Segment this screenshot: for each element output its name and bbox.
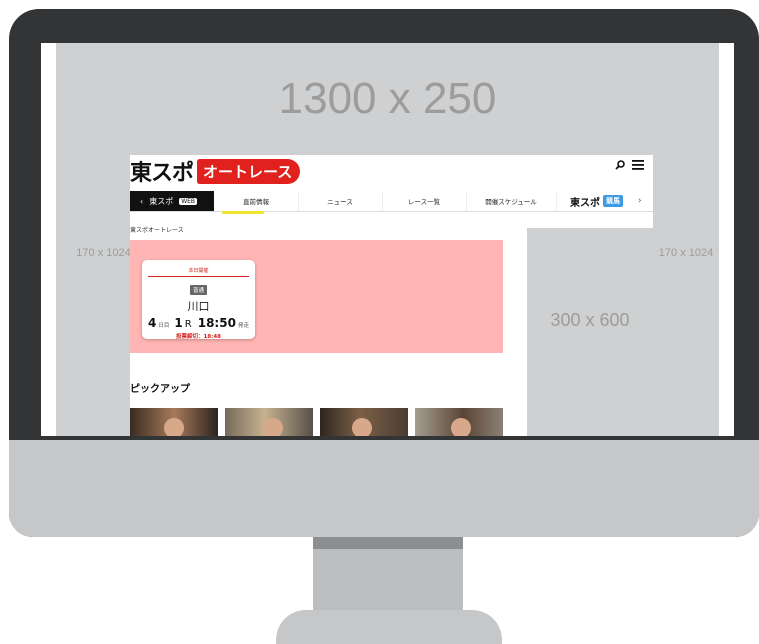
logo-sub-text: オートレース [197,158,301,184]
breadcrumb[interactable]: 東スポオートレース [130,225,184,234]
sidebar-ad[interactable]: 300 x 600 [527,228,653,436]
photo-face [263,418,283,436]
monitor-stand [313,537,463,617]
pickup-thumbnails [130,408,503,436]
race-venue: 川口 [187,300,210,313]
nav-brand-label: 東スポ [570,197,600,209]
chevron-left-icon: ‹ [140,196,144,206]
nav-back-label: 東スポ [149,196,174,206]
monitor-chin [9,440,759,537]
nav-back-to-tospo[interactable]: ‹ 東スポ WEB [130,191,214,211]
nav-back-badge: WEB [179,197,198,205]
photo-face [164,418,184,436]
race-card-divider [148,276,249,277]
race-number: 1 [174,316,183,330]
pickup-thumbnail[interactable] [320,408,408,436]
nav-item-schedule[interactable]: 開催スケジュール [466,191,557,211]
race-info: 4 日目 1 R 18:50 発走 [142,316,255,330]
pickup-thumbnail[interactable] [415,408,503,436]
main-nav: ‹ 東スポ WEB 直前情報 ニュース レース一覧 開催スケジュール 東スポ 競… [130,191,653,214]
active-tab-underline [222,211,264,214]
race-grade-badge: 普通 [189,285,207,295]
pickup-thumbnail[interactable] [130,408,218,436]
top-banner-ad[interactable]: 1300 x 250 [56,43,719,155]
monitor-base [276,610,502,644]
race-start-label: 発走 [237,323,249,329]
betting-close-time: 投票締切：18:48 [175,334,221,340]
nav-item-news[interactable]: ニュース [298,191,383,211]
nav-brand-badge: 競馬 [603,195,623,207]
logo-main-text: 東スポ [130,161,194,186]
monitor-screen: 1300 x 250 170 x 1024 170 x 1024 東スポ オート… [41,43,734,436]
race-unit: R [184,319,192,330]
site-logo[interactable]: 東スポ オートレース [130,155,301,187]
nav-item-tospo-keiba[interactable]: 東スポ 競馬 [570,191,623,211]
race-day-number: 4 [148,316,157,330]
chevron-right-icon[interactable]: › [638,191,642,211]
site-content: 東スポ オートレース ‹ 東スポ WEB 直前情報 ニュース レース一覧 開催ス… [130,155,653,436]
nav-item-chokuzen[interactable]: 直前情報 [214,191,299,211]
pickup-heading: ピックアップ [130,384,190,395]
pickup-thumbnail[interactable] [225,408,313,436]
photo-face [451,418,471,436]
race-status: 本日開催 [188,268,209,274]
monitor-stand-shadow [313,537,463,549]
nav-item-race-list[interactable]: レース一覧 [382,191,467,211]
race-start-time: 18:50 [197,316,236,330]
hamburger-menu-icon[interactable] [631,158,645,172]
photo-face [352,418,372,436]
search-icon[interactable] [615,160,625,170]
right-rail-ad[interactable]: 170 x 1024 [653,155,719,436]
race-hero: 本日開催 普通 川口 4 日目 1 R 18:50 発走 投票締切：18:48 [130,240,503,353]
race-card[interactable]: 本日開催 普通 川口 4 日目 1 R 18:50 発走 投票締切：18:48 [142,260,255,340]
race-day-unit: 日目 [158,323,170,329]
